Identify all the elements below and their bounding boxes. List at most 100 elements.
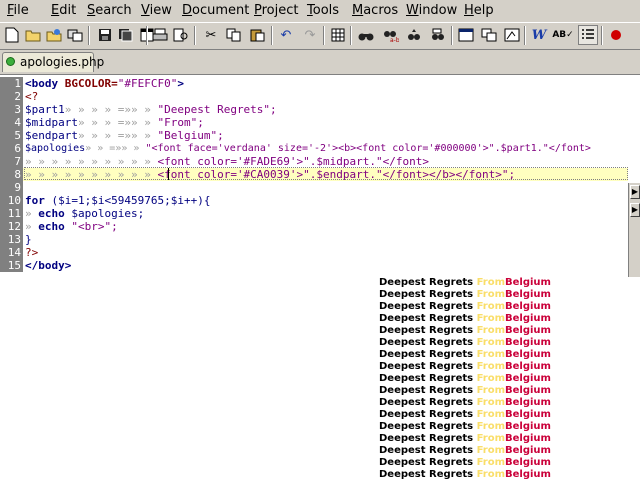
output-part2: From	[476, 313, 506, 324]
print-icon[interactable]	[150, 25, 170, 45]
print-preview-icon[interactable]	[171, 25, 191, 45]
toolbar-separator	[323, 26, 325, 45]
code-text: $part1» » » » =»» » "Deepest Regrets";	[25, 103, 277, 116]
stop-icon[interactable]	[606, 25, 626, 45]
output-part3: Belgium	[505, 325, 551, 336]
output-part2: From	[476, 445, 506, 456]
code-text: ?>	[25, 246, 39, 259]
toolbar-separator	[271, 26, 273, 45]
menu-help[interactable]: Help	[464, 3, 494, 18]
output-part2: From	[476, 385, 506, 396]
word-wrap-icon[interactable]: W	[529, 25, 549, 45]
output-part2: From	[476, 289, 506, 300]
svg-text:a-b: a-b	[390, 37, 399, 42]
output-line: Deepest Regrets FromBelgium	[379, 409, 551, 421]
toolbar-separator	[601, 26, 603, 45]
output-part2: From	[476, 325, 506, 336]
paste-icon[interactable]	[248, 25, 268, 45]
output-line: Deepest Regrets FromBelgium	[379, 289, 551, 301]
output-part3: Belgium	[505, 421, 551, 432]
toolbar: ✂ ↶ ↷ a-b W AB✓	[0, 23, 640, 50]
cut-icon[interactable]: ✂	[201, 25, 221, 45]
line-number: 11	[0, 207, 23, 220]
table-icon[interactable]	[328, 25, 348, 45]
code-text: » » » » » » » » » » <font color='#CA0039…	[25, 168, 516, 181]
output-part2: From	[476, 277, 506, 288]
code-text: » » » » » » » » » » <font color='#FADE69…	[25, 155, 429, 168]
output-part3: Belgium	[505, 361, 551, 372]
replace-icon[interactable]: a-b	[381, 25, 401, 45]
code-text: </body>	[25, 259, 72, 272]
menu-view[interactable]: View	[141, 3, 172, 18]
find-in-files-icon[interactable]	[404, 25, 424, 45]
code-line: 4 $midpart» » » =»» » "From";	[0, 116, 628, 129]
code-editor[interactable]: 1 <body BGCOLOR="#FEFCF0"> 2 <? 3 $part1…	[0, 75, 628, 277]
output-line: Deepest Regrets FromBelgium	[379, 433, 551, 445]
line-number: 7	[0, 155, 23, 168]
output-part1: Deepest Regrets	[379, 325, 477, 336]
line-numbers-icon[interactable]	[578, 25, 598, 45]
open-folder-icon[interactable]	[23, 25, 43, 45]
output-part1: Deepest Regrets	[379, 289, 477, 300]
output-part2: From	[476, 301, 506, 312]
save-icon[interactable]	[95, 25, 115, 45]
output-part3: Belgium	[505, 277, 551, 288]
toolbar-separator	[146, 26, 148, 45]
document-tab-strip: apologies.php	[0, 50, 640, 75]
new-file-icon[interactable]	[2, 25, 22, 45]
menu-tools[interactable]: Tools	[307, 3, 339, 18]
code-text: <?	[25, 90, 39, 103]
vertical-scrollbar[interactable]: ▶ ▶	[628, 183, 640, 277]
undo-icon[interactable]: ↶	[276, 25, 296, 45]
replace-in-files-icon[interactable]	[428, 25, 448, 45]
window-icon[interactable]	[456, 25, 476, 45]
line-number: 3	[0, 103, 23, 116]
toolbar-separator	[350, 26, 352, 45]
spell-check-icon[interactable]: AB✓	[552, 25, 573, 45]
scroll-right-arrow-icon[interactable]: ▶	[630, 185, 640, 199]
output-part1: Deepest Regrets	[379, 361, 477, 372]
code-line: 5 $endpart» » » =»» » "Belgium";	[0, 129, 628, 142]
browser-preview-icon[interactable]	[502, 25, 522, 45]
output-part3: Belgium	[505, 349, 551, 360]
output-part2: From	[476, 397, 506, 408]
code-text: <body BGCOLOR="#FEFCF0">	[25, 77, 184, 90]
code-line-current: 8 » » » » » » » » » » <font color='#CA00…	[0, 168, 628, 181]
php-file-icon	[6, 57, 15, 66]
text-caret	[168, 168, 169, 180]
code-line: 1 <body BGCOLOR="#FEFCF0">	[0, 77, 628, 90]
save-all-icon[interactable]	[116, 25, 136, 45]
scroll-right-arrow-icon[interactable]: ▶	[630, 203, 640, 217]
toolbar-separator	[88, 26, 90, 45]
output-line: Deepest Regrets FromBelgium	[379, 373, 551, 385]
toolbar-separator	[194, 26, 196, 45]
line-number: 1	[0, 77, 23, 90]
menu-document[interactable]: Document	[182, 3, 249, 18]
redo-icon[interactable]: ↷	[300, 25, 320, 45]
output-part2: From	[476, 421, 506, 432]
tab-apologies-php[interactable]: apologies.php	[2, 52, 104, 72]
menu-macros[interactable]: Macros	[352, 3, 398, 18]
line-number: 12	[0, 220, 23, 233]
menu-search[interactable]: Search	[87, 3, 132, 18]
code-text: $endpart» » » =»» » "Belgium";	[25, 129, 224, 142]
output-line: Deepest Regrets FromBelgium	[379, 385, 551, 397]
code-line: 10 for ($i=1;$i<59459765;$i++){	[0, 194, 628, 207]
open-remote-icon[interactable]	[44, 25, 64, 45]
output-part1: Deepest Regrets	[379, 385, 477, 396]
output-part2: From	[476, 337, 506, 348]
menu-file[interactable]: File	[7, 3, 29, 18]
project-icon[interactable]	[65, 25, 85, 45]
code-line: 13 }	[0, 233, 628, 246]
output-line: Deepest Regrets FromBelgium	[379, 421, 551, 433]
output-part1: Deepest Regrets	[379, 313, 477, 324]
tile-windows-icon[interactable]	[479, 25, 499, 45]
line-number: 6	[0, 142, 23, 155]
copy-icon[interactable]	[224, 25, 244, 45]
output-line: Deepest Regrets FromBelgium	[379, 337, 551, 349]
menu-edit[interactable]: Edit	[51, 3, 76, 18]
menu-project[interactable]: Project	[254, 3, 299, 18]
menu-window[interactable]: Window	[406, 3, 457, 18]
line-number: 13	[0, 233, 23, 246]
find-icon[interactable]	[356, 25, 376, 45]
